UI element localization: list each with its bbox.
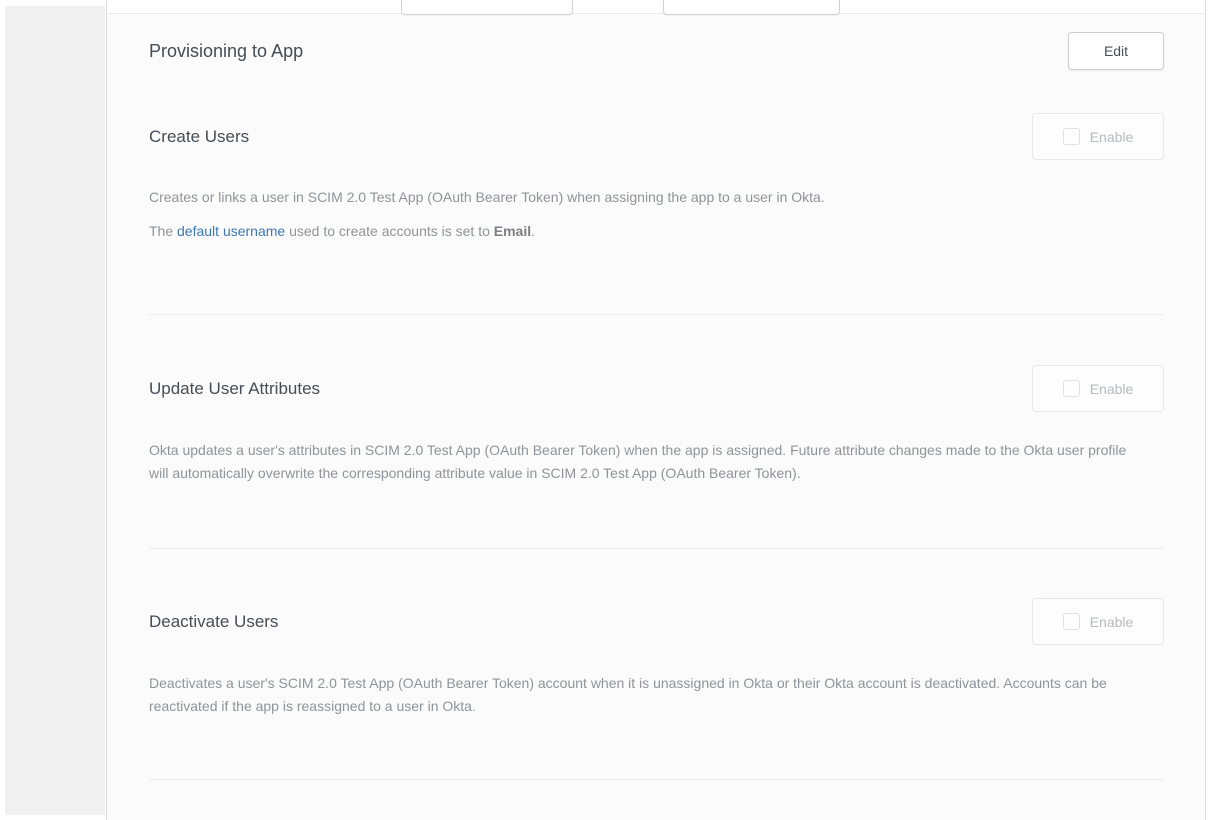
section-title-update-user-attributes: Update User Attributes	[149, 379, 320, 399]
create-users-enable-toggle[interactable]: Enable	[1032, 113, 1164, 160]
cutoff-input-2[interactable]	[663, 0, 840, 15]
left-sidebar	[5, 6, 105, 815]
top-cutoff-panel	[107, 0, 1205, 14]
deactivate-users-enable-toggle[interactable]: Enable	[1032, 598, 1164, 645]
section-title-create-users: Create Users	[149, 127, 249, 147]
deactivate-users-description: Deactivates a user's SCIM 2.0 Test App (…	[149, 672, 1135, 718]
deactivate-users-enable-checkbox[interactable]	[1063, 613, 1080, 630]
note-prefix: The	[149, 223, 177, 239]
edit-button[interactable]: Edit	[1068, 32, 1164, 70]
update-attributes-enable-toggle[interactable]: Enable	[1032, 365, 1164, 412]
enable-toggle-label: Enable	[1090, 614, 1134, 630]
note-suffix: .	[531, 223, 535, 239]
note-email-value: Email	[494, 223, 531, 239]
create-users-note: The default username used to create acco…	[149, 220, 1164, 243]
section-divider	[149, 779, 1164, 780]
section-deactivate-users: Deactivate Users Enable	[149, 598, 1164, 645]
enable-toggle-label: Enable	[1090, 129, 1134, 145]
section-create-users: Create Users Enable	[149, 113, 1164, 160]
section-divider	[149, 548, 1164, 549]
panel-header: Provisioning to App Edit	[149, 32, 1164, 70]
create-users-enable-checkbox[interactable]	[1063, 128, 1080, 145]
update-attributes-enable-checkbox[interactable]	[1063, 380, 1080, 397]
page-title: Provisioning to App	[149, 41, 303, 62]
note-middle: used to create accounts is set to	[285, 223, 494, 239]
screen: Provisioning to App Edit Create Users En…	[0, 0, 1212, 820]
default-username-link[interactable]: default username	[177, 223, 285, 239]
provisioning-settings-panel: Provisioning to App Edit Create Users En…	[106, 0, 1206, 820]
create-users-description: Creates or links a user in SCIM 2.0 Test…	[149, 186, 1149, 209]
section-title-deactivate-users: Deactivate Users	[149, 612, 278, 632]
update-attributes-description: Okta updates a user's attributes in SCIM…	[149, 439, 1141, 485]
enable-toggle-label: Enable	[1090, 381, 1134, 397]
cutoff-input-1[interactable]	[401, 0, 573, 15]
section-divider	[149, 314, 1164, 315]
section-update-user-attributes: Update User Attributes Enable	[149, 365, 1164, 412]
